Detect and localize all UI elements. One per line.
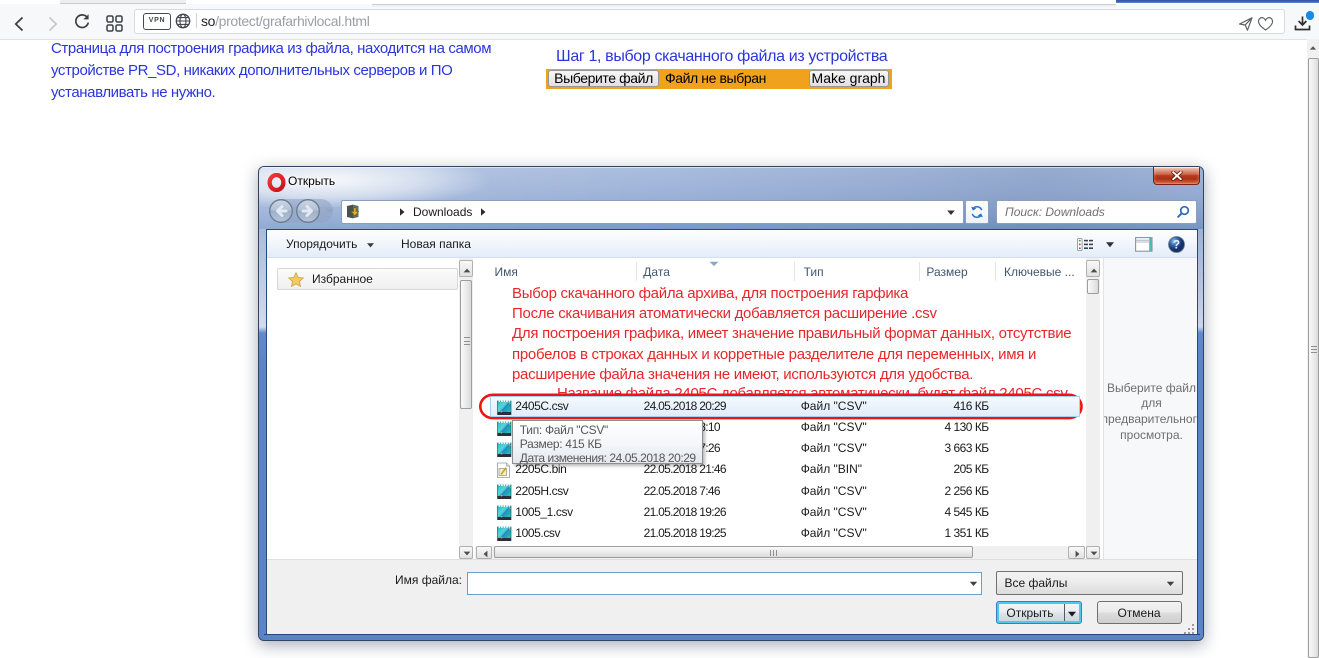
svg-text:?: ?: [1173, 239, 1180, 251]
